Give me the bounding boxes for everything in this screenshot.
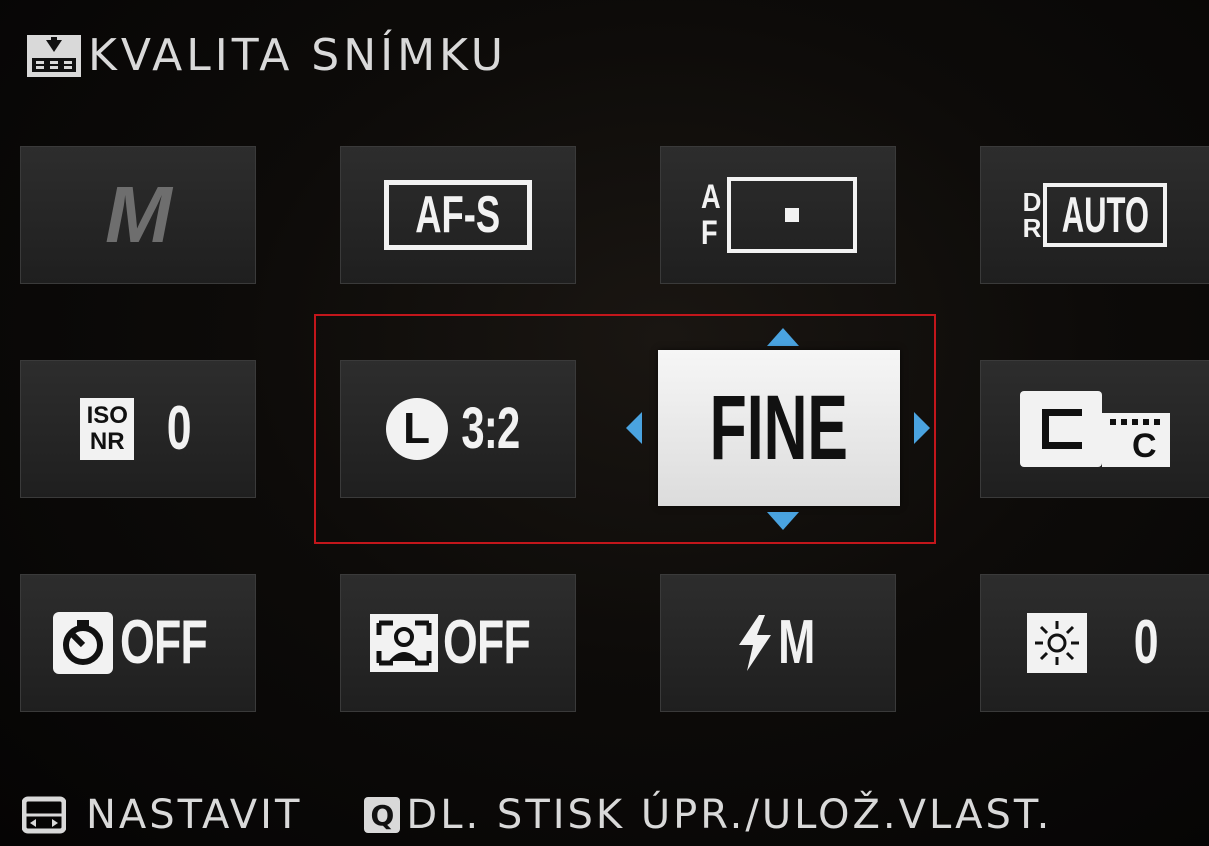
dr-letters: DR bbox=[1022, 187, 1042, 243]
iso-label: ISO bbox=[86, 402, 128, 429]
q-hint-label: DL. STISK ÚPR./ULOŽ.VLAST. bbox=[406, 792, 1053, 838]
dial-icon bbox=[22, 796, 66, 834]
flash-icon bbox=[738, 615, 771, 671]
af-mode-tile[interactable]: AF-S bbox=[340, 146, 576, 284]
dr-value: AUTO bbox=[1061, 187, 1149, 243]
af-s-icon: AF-S bbox=[384, 180, 532, 250]
shooting-mode-tile[interactable]: M bbox=[20, 146, 256, 284]
arrow-left-icon[interactable] bbox=[626, 412, 642, 444]
film-simulation-icon: C bbox=[1020, 391, 1170, 467]
dr-auto-icon: DR AUTO bbox=[1023, 183, 1168, 247]
af-area-letters: AF bbox=[701, 178, 721, 252]
face-detection-value: OFF bbox=[442, 608, 530, 677]
flash-mode-value: M bbox=[777, 608, 815, 677]
iso-nr-value: 0 bbox=[166, 394, 192, 463]
quick-menu-screen: KVALITA SNÍMKU M AF-S AF DR AUTO ISO NR … bbox=[0, 0, 1209, 846]
shooting-mode-value: M bbox=[105, 170, 172, 259]
arrow-down-icon[interactable] bbox=[767, 512, 799, 530]
af-mode-value: AF-S bbox=[415, 186, 501, 244]
image-quality-value: FINE bbox=[709, 377, 849, 479]
q-button-icon: Q bbox=[364, 797, 401, 833]
af-area-tile[interactable]: AF bbox=[660, 146, 896, 284]
image-quality-selected[interactable]: FINE bbox=[658, 350, 900, 506]
brightness-tile[interactable]: 0 bbox=[980, 574, 1209, 712]
iso-nr-tile[interactable]: ISO NR 0 bbox=[20, 360, 256, 498]
af-area-icon: AF bbox=[699, 177, 857, 253]
arrow-up-icon[interactable] bbox=[767, 328, 799, 346]
image-quality-icon bbox=[27, 35, 81, 77]
face-detection-icon bbox=[369, 614, 438, 672]
arrow-right-icon[interactable] bbox=[914, 412, 930, 444]
film-simulation-tile[interactable]: C bbox=[980, 360, 1209, 498]
face-detection-tile[interactable]: OFF bbox=[340, 574, 576, 712]
focus-frame-icon bbox=[727, 177, 857, 253]
footer-hints: NASTAVIT Q DL. STISK ÚPR./ULOŽ.VLAST. bbox=[22, 790, 1209, 840]
nr-label: NR bbox=[89, 428, 125, 455]
flash-mode-tile[interactable]: M bbox=[660, 574, 896, 712]
menu-title: KVALITA SNÍMKU bbox=[88, 30, 507, 81]
iso-nr-icon: ISO NR bbox=[80, 398, 135, 460]
brightness-icon bbox=[1027, 613, 1088, 673]
brightness-value: 0 bbox=[1133, 608, 1159, 677]
set-label: NASTAVIT bbox=[86, 792, 303, 838]
self-timer-icon bbox=[52, 612, 113, 674]
self-timer-tile[interactable]: OFF bbox=[20, 574, 256, 712]
self-timer-value: OFF bbox=[119, 608, 207, 677]
film-simulation-letter: C bbox=[1132, 427, 1157, 465]
dynamic-range-tile[interactable]: DR AUTO bbox=[980, 146, 1209, 284]
menu-header: KVALITA SNÍMKU bbox=[26, 26, 507, 86]
